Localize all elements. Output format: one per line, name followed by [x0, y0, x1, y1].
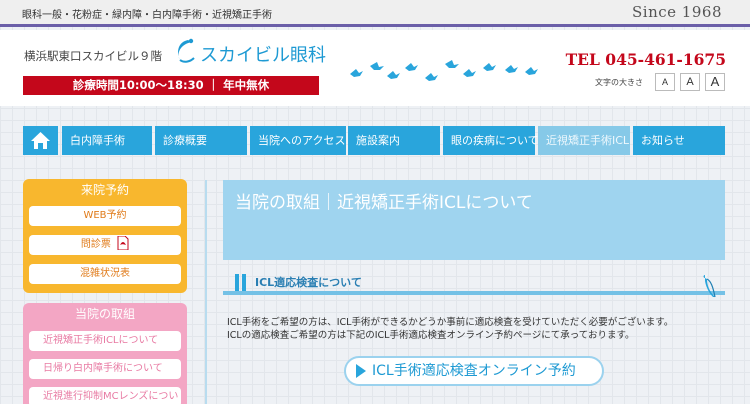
- sidebar-initiatives-title: 当院の取組: [74, 307, 135, 321]
- body-line: ICLの適応検査ご希望の方は下記のICL手術適応検査オンライン予約ページにて承っ…: [227, 330, 635, 341]
- icl-online-reservation-button[interactable]: ICL手術適応検査オンライン予約: [344, 356, 604, 386]
- nav-item-news[interactable]: お知らせ: [633, 126, 725, 155]
- content-divider: [205, 180, 207, 404]
- nav-item-access[interactable]: 当院へのアクセス: [250, 126, 346, 155]
- section-underline: [223, 291, 725, 295]
- questionnaire-label: 問診票: [80, 239, 111, 250]
- home-icon: [31, 132, 50, 149]
- page-title: 当院の取組｜近視矯正手術ICLについて: [235, 193, 533, 213]
- bird-logo-icon[interactable]: [170, 36, 200, 66]
- hours-banner: 診療時間10:00～18:30 ｜ 年中無休: [23, 76, 319, 95]
- sidebar-item-congestion[interactable]: 混雑状況表: [29, 264, 181, 284]
- nav-home-button[interactable]: [23, 126, 58, 155]
- nav-item-diseases[interactable]: 眼の疾病について: [443, 126, 539, 155]
- services-list: 眼科一般・花粉症・緑内障・白内障手術・近視矯正手術: [22, 10, 272, 21]
- location-text: 横浜駅東口スカイビル９階: [24, 49, 162, 63]
- body-line: ICL手術をご希望の方は、ICL手術ができるかどうか事前に適応検査を受けていただ…: [227, 317, 674, 328]
- site-header: 横浜駅東口スカイビル９階 スカイビル眼科 診療時間10:00～18:30 ｜ 年…: [0, 30, 750, 106]
- sidebar-reservation-panel: 来院予約 WEB予約 問診票 混雑状況表: [23, 179, 187, 293]
- sidebar-reservation-title: 来院予約: [80, 183, 129, 197]
- section-title: ICL適応検査について: [255, 276, 362, 289]
- section-heading: ICL適応検査について: [223, 270, 725, 300]
- sidebar-initiatives-panel: 当院の取組 近視矯正手術ICLについて 日帰り白内障手術について 近視進行抑制M…: [23, 303, 187, 404]
- font-size-label: 文字の大きさ: [595, 78, 643, 87]
- font-size-medium-button[interactable]: A: [680, 73, 700, 91]
- nav-item-cataract[interactable]: 白内障手術: [62, 126, 152, 155]
- font-size-small-button[interactable]: A: [655, 73, 675, 91]
- flying-birds-icon: [350, 60, 538, 81]
- heading-bars-icon: [235, 274, 246, 292]
- bird-perched-icon: [703, 275, 716, 298]
- sidebar-item-questionnaire[interactable]: 問診票: [29, 235, 181, 255]
- sidebar-item-web-reservation[interactable]: WEB予約: [29, 206, 181, 226]
- nav-item-icl[interactable]: 近視矯正手術ICL: [538, 126, 630, 155]
- play-triangle-icon: [356, 364, 366, 378]
- top-strip: 眼科一般・花粉症・緑内障・白内障手術・近視矯正手術 Since 1968: [0, 0, 750, 27]
- since-label: Since 1968: [632, 3, 722, 21]
- cta-label: ICL手術適応検査オンライン予約: [372, 363, 576, 379]
- sidebar-item-icl[interactable]: 近視矯正手術ICLについて: [29, 331, 181, 351]
- sidebar-item-mc-lens[interactable]: 近視進行抑制MCレンズについて: [29, 387, 181, 404]
- nav-item-facility[interactable]: 施設案内: [348, 126, 440, 155]
- body-paragraph: ICL手術をご希望の方は、ICL手術ができるかどうか事前に適応検査を受けていただ…: [227, 316, 673, 342]
- page-hero: 当院の取組｜近視矯正手術ICLについて: [223, 180, 725, 260]
- phone-number[interactable]: TEL 045-461-1675: [566, 50, 726, 69]
- sidebar-item-day-cataract[interactable]: 日帰り白内障手術について: [29, 359, 181, 379]
- font-size-large-button[interactable]: A: [705, 73, 725, 91]
- pdf-icon: [117, 235, 129, 251]
- nav-item-overview[interactable]: 診療概要: [155, 126, 247, 155]
- clinic-name[interactable]: スカイビル眼科: [200, 41, 326, 67]
